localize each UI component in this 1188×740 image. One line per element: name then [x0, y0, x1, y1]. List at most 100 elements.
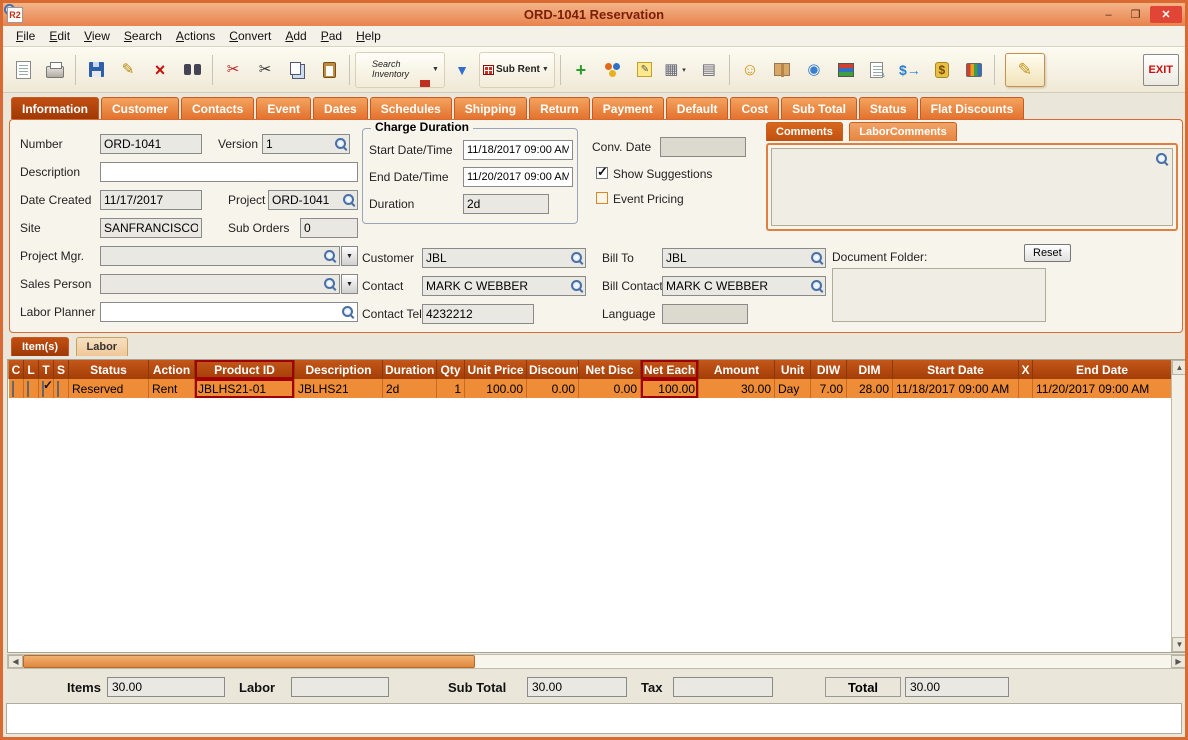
labor-planner-search-icon[interactable]	[341, 305, 354, 318]
scrollbar-thumb[interactable]	[23, 655, 475, 668]
col-net-disc[interactable]: Net Disc	[578, 360, 641, 379]
project-mgr-search-icon[interactable]	[323, 249, 336, 262]
cell-net-each[interactable]: 100.00	[640, 379, 699, 398]
cut-button[interactable]: ✂	[250, 52, 280, 88]
col-start-date[interactable]: Start Date	[892, 360, 1019, 379]
sales-person-field[interactable]	[100, 274, 340, 294]
scroll-left-icon[interactable]: ◀	[8, 655, 23, 668]
tab-items[interactable]: Item(s)	[11, 337, 70, 356]
cell-discount[interactable]: 0.00	[526, 379, 579, 398]
contact-tel-field[interactable]	[422, 304, 534, 324]
edit-document-button[interactable]: ✎	[863, 52, 893, 88]
paste-button[interactable]	[314, 52, 344, 88]
menu-help[interactable]: Help	[349, 27, 388, 45]
menu-edit[interactable]: Edit	[42, 27, 77, 45]
bill-contact-field[interactable]	[662, 276, 826, 296]
number-field[interactable]	[100, 134, 202, 154]
search-inventory-dropdown-icon[interactable]: ▼	[430, 53, 441, 87]
duration-field[interactable]	[463, 194, 549, 214]
description-field[interactable]	[100, 162, 358, 182]
cell-unit-price[interactable]: 100.00	[464, 379, 527, 398]
purchase-button[interactable]	[959, 52, 989, 88]
col-t[interactable]: T	[38, 360, 54, 379]
tab-labor-comments[interactable]: LaborComments	[849, 122, 957, 141]
project-search-icon[interactable]	[342, 193, 355, 206]
show-suggestions-checkbox[interactable]	[596, 164, 608, 180]
cell-amount[interactable]: 30.00	[698, 379, 775, 398]
col-net-each[interactable]: Net Each	[640, 360, 699, 379]
reports-button[interactable]	[831, 52, 861, 88]
save-button[interactable]	[81, 52, 111, 88]
col-end-date[interactable]: End Date	[1032, 360, 1172, 379]
tab-return[interactable]: Return	[529, 97, 590, 119]
sub-orders-field[interactable]	[300, 218, 358, 238]
project-mgr-dropdown-button[interactable]: ▼	[341, 246, 358, 266]
money-button[interactable]: $	[927, 52, 957, 88]
date-created-field[interactable]	[100, 190, 202, 210]
notes-button[interactable]: ✎	[630, 52, 660, 88]
col-qty[interactable]: Qty	[436, 360, 465, 379]
maximize-button[interactable]: ❒	[1123, 6, 1148, 23]
menu-add[interactable]: Add	[278, 27, 313, 45]
customer-field[interactable]	[422, 248, 586, 268]
cell-action[interactable]: Rent	[148, 379, 195, 398]
disk-button[interactable]: ◉	[799, 52, 829, 88]
tab-labor[interactable]: Labor	[75, 337, 129, 356]
col-status[interactable]: Status	[68, 360, 149, 379]
sub-rent-dropdown-icon[interactable]: ▼	[540, 53, 551, 87]
cell-start-date[interactable]: 11/18/2017 09:00 AM	[892, 379, 1019, 398]
col-unit-price[interactable]: Unit Price	[464, 360, 527, 379]
tab-schedules[interactable]: Schedules	[369, 97, 452, 119]
col-dim[interactable]: DIM	[846, 360, 893, 379]
document-folder-box[interactable]	[832, 268, 1046, 322]
contact-field[interactable]	[422, 276, 586, 296]
close-button[interactable]: ✕	[1150, 6, 1182, 23]
cell-unit[interactable]: Day	[774, 379, 811, 398]
c-checkbox[interactable]	[11, 380, 14, 397]
cell-description[interactable]: JBLHS21	[294, 379, 383, 398]
col-unit[interactable]: Unit	[774, 360, 811, 379]
tab-cost[interactable]: Cost	[730, 97, 780, 119]
l-checkbox[interactable]	[27, 380, 29, 397]
cell-net-disc[interactable]: 0.00	[578, 379, 641, 398]
package-button[interactable]	[767, 52, 797, 88]
tab-status[interactable]: Status	[858, 97, 918, 119]
copy-button[interactable]	[282, 52, 312, 88]
cell-dim[interactable]: 28.00	[846, 379, 893, 398]
col-diw[interactable]: DIW	[810, 360, 847, 379]
labor-planner-field[interactable]	[100, 302, 358, 322]
cell-s[interactable]	[53, 379, 69, 398]
col-description[interactable]: Description	[294, 360, 383, 379]
col-x[interactable]: X	[1018, 360, 1033, 379]
new-document-button[interactable]	[8, 52, 38, 88]
tab-payment[interactable]: Payment	[591, 97, 664, 119]
bill-to-search-icon[interactable]	[810, 251, 823, 264]
tab-dates[interactable]: Dates	[313, 97, 368, 119]
version-search-icon[interactable]	[334, 137, 347, 150]
contact-search-icon[interactable]	[570, 279, 583, 292]
cell-c[interactable]	[8, 379, 24, 398]
event-pricing-checkbox[interactable]	[596, 192, 608, 204]
comments-textarea[interactable]	[771, 148, 1173, 226]
kit-button[interactable]	[598, 52, 628, 88]
add-item-button[interactable]: +	[566, 52, 596, 88]
menu-actions[interactable]: Actions	[169, 27, 222, 45]
title-bar[interactable]: R2 ORD-1041 Reservation – ❒ ✕	[3, 3, 1185, 26]
horizontal-scrollbar[interactable]: ◀ ▶	[7, 654, 1185, 669]
col-discount[interactable]: Discount	[526, 360, 579, 379]
menu-pad[interactable]: Pad	[314, 27, 349, 45]
scroll-right-icon[interactable]: ▶	[1171, 655, 1185, 668]
item-row[interactable]: Reserved Rent JBLHS21-01 JBLHS21 2d 1 10…	[8, 379, 1172, 398]
tab-default[interactable]: Default	[665, 97, 729, 119]
cell-t[interactable]	[38, 379, 54, 398]
tab-flat-discounts[interactable]: Flat Discounts	[919, 97, 1025, 119]
tab-sub-total[interactable]: Sub Total	[781, 97, 857, 119]
cut-special-button[interactable]: ✂	[218, 52, 248, 88]
menu-view[interactable]: View	[77, 27, 117, 45]
tab-customer[interactable]: Customer	[101, 97, 180, 119]
end-date-field[interactable]	[463, 167, 573, 187]
col-duration[interactable]: Duration	[382, 360, 437, 379]
scroll-down-icon[interactable]: ▼	[1172, 637, 1185, 652]
language-field[interactable]	[662, 304, 748, 324]
col-amount[interactable]: Amount	[698, 360, 775, 379]
